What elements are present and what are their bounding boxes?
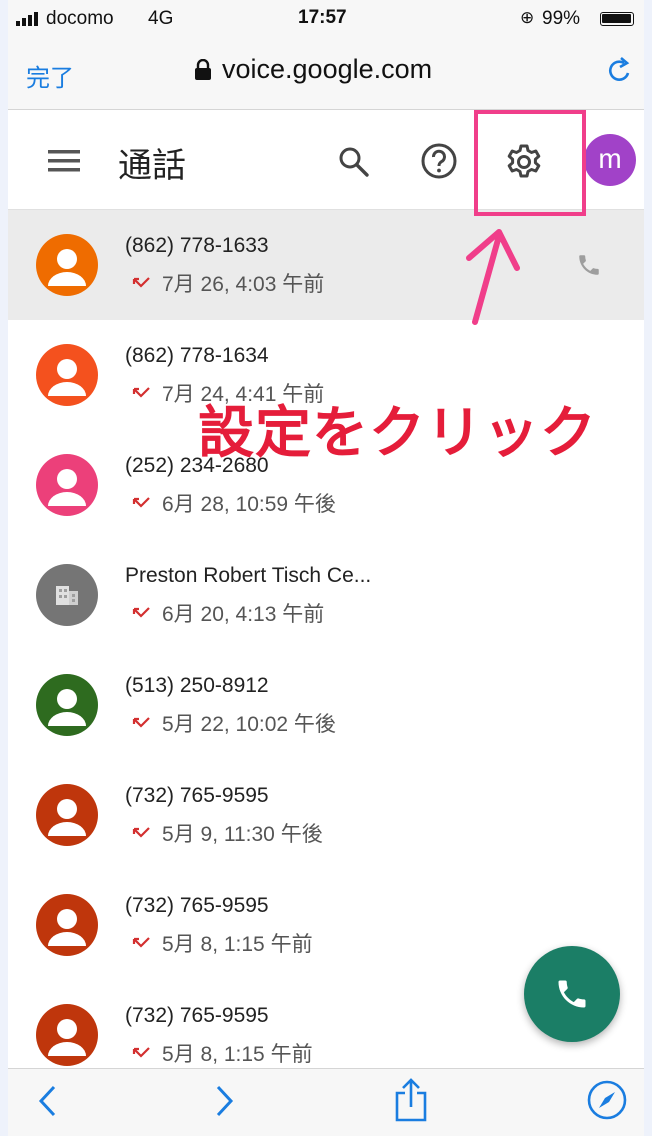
call-time: 6月 28, 10:59 午後	[162, 493, 336, 516]
contact-avatar-icon	[36, 344, 98, 406]
signal-strength-icon	[16, 12, 38, 26]
lock-icon	[195, 58, 211, 80]
call-name: (862) 778-1633	[125, 234, 269, 257]
call-meta: 6月 20, 4:13 午前	[132, 598, 324, 628]
url-text: voice.google.com	[222, 54, 433, 84]
call-time: 6月 20, 4:13 午前	[162, 603, 325, 626]
call-name: (732) 765-9595	[125, 784, 269, 807]
battery-percentage: 99%	[542, 8, 581, 29]
missed-call-icon	[132, 1047, 150, 1058]
call-time: 7月 26, 4:03 午前	[162, 273, 325, 296]
share-icon[interactable]	[393, 1077, 429, 1123]
battery-icon	[600, 12, 634, 26]
call-meta: 5月 9, 11:30 午後	[132, 818, 323, 848]
business-avatar-icon	[36, 564, 98, 626]
done-button[interactable]: 完了	[26, 58, 74, 93]
call-list-item[interactable]: (732) 765-9595 5月 9, 11:30 午後	[8, 760, 644, 870]
call-name: (732) 765-9595	[125, 894, 269, 917]
status-bar: docomo 4G 17:57 ⊕ 99%	[8, 0, 644, 38]
call-name: Preston Robert Tisch Ce...	[125, 564, 372, 587]
new-call-button[interactable]	[524, 946, 620, 1042]
phone-screen: docomo 4G 17:57 ⊕ 99% 完了 voice.google.co…	[8, 0, 644, 1136]
call-time: 5月 8, 1:15 午前	[162, 933, 313, 956]
search-icon[interactable]	[338, 146, 370, 178]
account-avatar[interactable]: m	[584, 134, 636, 186]
call-time: 5月 22, 10:02 午後	[162, 713, 336, 736]
phone-icon	[558, 980, 586, 1008]
call-meta: 5月 8, 1:15 午前	[132, 1038, 313, 1068]
help-icon[interactable]	[420, 142, 458, 180]
call-list-item[interactable]: Preston Robert Tisch Ce... 6月 20, 4:13 午前	[8, 540, 644, 650]
call-name: (732) 765-9595	[125, 1004, 269, 1027]
page-title: 通話	[118, 146, 186, 186]
menu-icon[interactable]	[48, 150, 80, 172]
call-meta: 7月 26, 4:03 午前	[132, 268, 324, 298]
contact-avatar-icon	[36, 454, 98, 516]
call-meta: 6月 28, 10:59 午後	[132, 488, 336, 518]
missed-call-icon	[132, 717, 150, 728]
missed-call-icon	[132, 607, 150, 618]
missed-call-icon	[132, 387, 150, 398]
carrier-name: docomo	[46, 8, 114, 29]
call-name: (862) 778-1634	[125, 344, 269, 367]
missed-call-icon	[132, 277, 150, 288]
reload-icon[interactable]	[606, 56, 634, 86]
browser-address-bar: 完了 voice.google.com	[8, 38, 644, 110]
back-icon[interactable]	[36, 1083, 60, 1119]
call-meta: 5月 8, 1:15 午前	[132, 928, 313, 958]
missed-call-icon	[132, 827, 150, 838]
call-time: 5月 8, 1:15 午前	[162, 1043, 313, 1066]
call-back-icon[interactable]	[576, 252, 602, 283]
contact-avatar-icon	[36, 1004, 98, 1066]
call-name: (513) 250-8912	[125, 674, 269, 697]
orientation-lock-icon: ⊕	[520, 8, 535, 27]
contact-avatar-icon	[36, 894, 98, 956]
status-time: 17:57	[298, 7, 347, 28]
call-time: 5月 9, 11:30 午後	[162, 823, 323, 846]
annotation-text: 設定をクリック	[198, 401, 597, 466]
url-field[interactable]: voice.google.com	[194, 54, 432, 85]
call-list-item[interactable]: (513) 250-8912 5月 22, 10:02 午後	[8, 650, 644, 760]
contact-avatar-icon	[36, 784, 98, 846]
contact-avatar-icon	[36, 674, 98, 736]
missed-call-icon	[132, 497, 150, 508]
network-type: 4G	[148, 8, 174, 29]
call-list-item[interactable]: (862) 778-1633 7月 26, 4:03 午前	[8, 210, 644, 320]
browser-toolbar	[8, 1068, 644, 1136]
forward-icon[interactable]	[212, 1083, 236, 1119]
annotation-highlight-box	[474, 110, 586, 216]
contact-avatar-icon	[36, 234, 98, 296]
annotation-arrow	[466, 229, 520, 325]
call-meta: 5月 22, 10:02 午後	[132, 708, 336, 738]
compass-icon[interactable]	[586, 1079, 628, 1121]
missed-call-icon	[132, 937, 150, 948]
